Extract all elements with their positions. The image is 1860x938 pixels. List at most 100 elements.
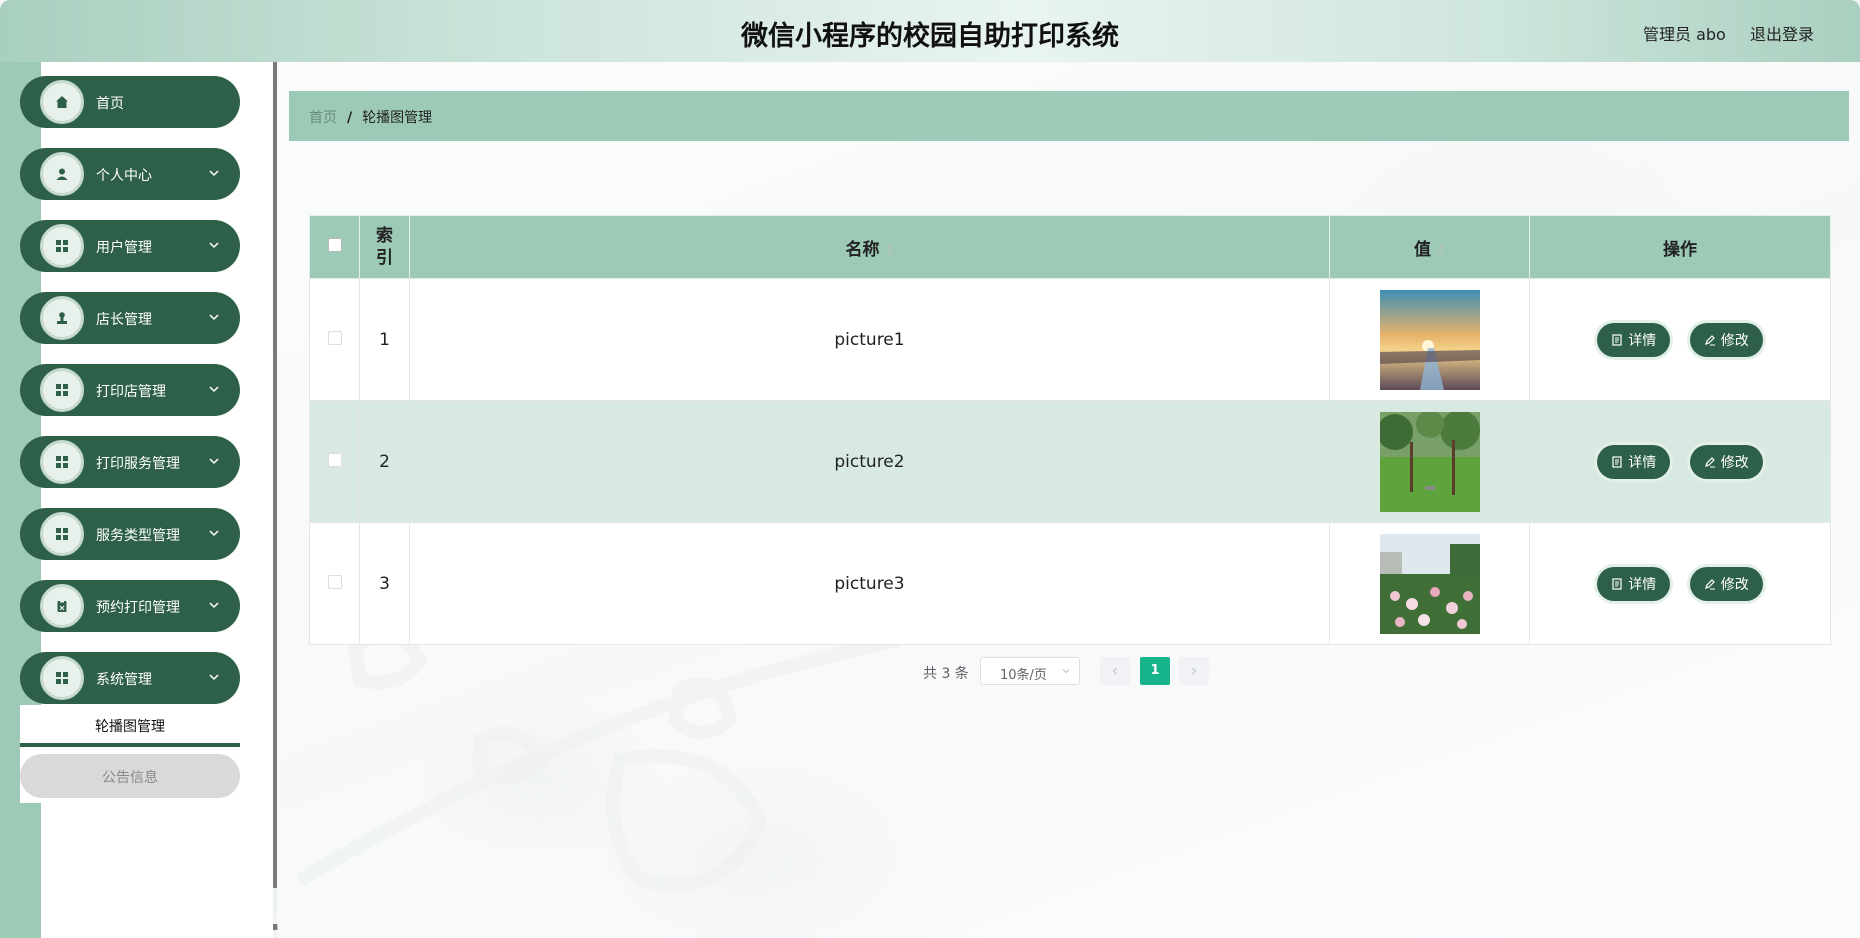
row-name: picture3	[409, 522, 1330, 645]
sidebar-item-user-management[interactable]: 用户管理	[20, 220, 240, 272]
grid-icon	[40, 440, 84, 484]
breadcrumb: 首页 / 轮播图管理	[289, 91, 1849, 141]
table-row: 1 picture1 详情 修改	[309, 278, 1831, 401]
person-stamp-icon	[40, 296, 84, 340]
sidebar-item-print-service-management[interactable]: 打印服务管理	[20, 436, 240, 488]
top-header: 微信小程序的校园自助打印系统 管理员 abo 退出登录	[0, 0, 1860, 62]
chevron-down-icon	[209, 314, 219, 321]
row-index: 3	[359, 522, 410, 645]
sidebar-item-label: 预约打印管理	[96, 600, 180, 616]
row-index: 2	[359, 400, 410, 523]
page-size-select[interactable]: 10条/页	[980, 657, 1080, 685]
select-all-checkbox[interactable]	[327, 238, 342, 252]
detail-button[interactable]: 详情	[1597, 444, 1671, 479]
row-name: picture1	[409, 278, 1330, 401]
pagination-total: 共 3 条	[923, 666, 969, 682]
pencil-icon	[1704, 334, 1715, 345]
row-value-cell	[1329, 278, 1530, 401]
row-actions: 详情 修改	[1529, 522, 1831, 645]
submenu-item-carousel[interactable]: 轮播图管理	[20, 705, 240, 747]
grid-icon	[40, 368, 84, 412]
thumbnail-park-lawn[interactable]	[1379, 411, 1480, 512]
sidebar-item-label: 打印服务管理	[96, 456, 180, 472]
chevron-down-icon	[209, 530, 219, 537]
user-icon	[40, 152, 84, 196]
row-value-cell	[1329, 400, 1530, 523]
document-icon	[1612, 455, 1622, 468]
table-row: 3 picture3 详情 修改	[309, 522, 1831, 645]
chevron-left-icon	[1112, 667, 1117, 675]
edit-button-label: 修改	[1720, 454, 1749, 471]
sidebar-item-label: 用户管理	[96, 240, 152, 256]
row-checkbox[interactable]	[327, 452, 342, 467]
submenu-item-announcements[interactable]: 公告信息	[20, 754, 240, 798]
chevron-down-icon	[209, 170, 219, 177]
logout-link[interactable]: 退出登录	[1750, 21, 1814, 45]
grid-icon	[40, 512, 84, 556]
sidebar-item-label: 服务类型管理	[96, 528, 180, 544]
table-header-row: 索引 名称 值 操作	[309, 215, 1831, 279]
pencil-icon	[1704, 456, 1715, 467]
chevron-down-icon	[209, 242, 219, 249]
detail-button-label: 详情	[1628, 576, 1657, 593]
sidebar-item-label: 打印店管理	[96, 384, 166, 400]
chevron-down-icon	[1062, 669, 1070, 674]
document-icon	[1612, 577, 1622, 590]
edit-button[interactable]: 修改	[1689, 444, 1763, 479]
breadcrumb-current: 轮播图管理	[362, 110, 433, 126]
sidebar-item-personal-center[interactable]: 个人中心	[20, 148, 240, 200]
prev-page-button[interactable]	[1100, 657, 1130, 685]
row-index: 1	[359, 278, 410, 401]
sidebar-item-print-shop-management[interactable]: 打印店管理	[20, 364, 240, 416]
page-number-current[interactable]: 1	[1140, 657, 1170, 685]
sidebar-item-service-type-management[interactable]: 服务类型管理	[20, 508, 240, 560]
sidebar-item-label: 店长管理	[96, 312, 152, 328]
name-header-label: 名称	[845, 239, 880, 260]
sidebar-item-reservation-management[interactable]: 预约打印管理	[20, 580, 240, 632]
select-all-cell	[309, 215, 360, 279]
chevron-down-icon	[209, 458, 219, 465]
column-header-value[interactable]: 值	[1329, 215, 1530, 279]
detail-button[interactable]: 详情	[1597, 566, 1671, 601]
detail-button[interactable]: 详情	[1597, 322, 1671, 357]
row-actions: 详情 修改	[1529, 400, 1831, 523]
next-page-button[interactable]	[1179, 657, 1209, 685]
pencil-icon	[1704, 578, 1715, 589]
breadcrumb-separator: /	[347, 110, 353, 126]
chevron-down-icon	[209, 602, 219, 609]
column-header-actions: 操作	[1529, 215, 1831, 279]
edit-button[interactable]: 修改	[1689, 566, 1763, 601]
sort-icon[interactable]	[886, 244, 894, 256]
sidebar-item-home[interactable]: 首页	[20, 76, 240, 128]
detail-button-label: 详情	[1628, 332, 1657, 349]
sidebar-item-label: 个人中心	[96, 168, 152, 184]
row-actions: 详情 修改	[1529, 278, 1831, 401]
thumbnail-flower-garden[interactable]	[1379, 533, 1480, 634]
sort-icon[interactable]	[1437, 244, 1445, 256]
edit-button[interactable]: 修改	[1689, 322, 1763, 357]
row-checkbox[interactable]	[327, 330, 342, 345]
row-name: picture2	[409, 400, 1330, 523]
index-header-label: 索引	[376, 226, 393, 268]
edit-button-label: 修改	[1720, 332, 1749, 349]
table-row: 2 picture2 详情 修改	[309, 400, 1831, 523]
thumbnail-sunset-road[interactable]	[1379, 289, 1480, 390]
sidebar-item-label: 首页	[96, 96, 124, 112]
column-header-name[interactable]: 名称	[409, 215, 1330, 279]
pagination: 共 3 条 10条/页 1	[0, 657, 1860, 685]
breadcrumb-home[interactable]: 首页	[309, 110, 337, 126]
column-header-index: 索引	[359, 215, 410, 279]
admin-username: 管理员 abo	[1643, 25, 1726, 44]
chevron-right-icon	[1192, 667, 1197, 675]
sidebar-item-manager-management[interactable]: 店长管理	[20, 292, 240, 344]
value-header-label: 值	[1414, 239, 1431, 260]
document-icon	[1612, 333, 1622, 346]
carousel-table: 索引 名称 值 操作 1 picture1 详情 修改 2 picture2 详…	[309, 215, 1831, 645]
home-icon	[40, 80, 84, 124]
row-value-cell	[1329, 522, 1530, 645]
edit-button-label: 修改	[1720, 576, 1749, 593]
row-checkbox[interactable]	[327, 574, 342, 589]
detail-button-label: 详情	[1628, 454, 1657, 471]
app-title: 微信小程序的校园自助打印系统	[741, 21, 1119, 52]
grid-icon	[40, 224, 84, 268]
